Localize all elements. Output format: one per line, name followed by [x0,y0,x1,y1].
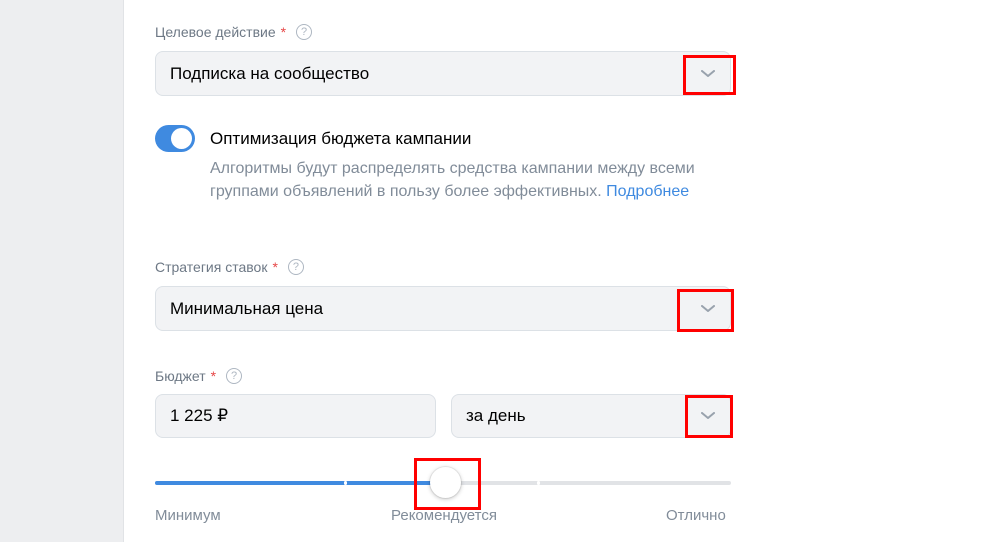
budget-amount-value: 1 225 ₽ [170,406,229,425]
help-icon[interactable]: ? [296,24,313,40]
target-action-value: Подписка на сообщество [170,63,370,83]
slider-label-excellent: Отлично [666,507,726,524]
target-action-label-text: Целевое действие [155,24,276,40]
budget-label: Бюджет * ? [155,368,243,384]
slider-label-minimum: Минимум [155,507,221,524]
budget-amount-input[interactable]: 1 225 ₽ [155,394,436,438]
help-icon[interactable]: ? [287,259,304,275]
slider-label-recommended: Рекомендуется [391,507,497,524]
highlight-box [677,289,734,332]
budget-optimization-description: Алгоритмы будут распределять средства ка… [210,157,710,203]
budget-period-value: за день [466,406,526,425]
bid-strategy-label: Стратегия ставок * ? [155,259,304,275]
required-mark: * [210,368,217,384]
help-icon[interactable]: ? [226,368,243,384]
required-mark: * [272,259,278,275]
budget-optimization-title: Оптимизация бюджета кампании [210,129,472,148]
left-sidebar-panel [0,0,124,542]
bid-strategy-value: Минимальная цена [170,298,324,318]
bid-strategy-select[interactable]: Минимальная цена [155,286,731,331]
highlight-box [685,395,733,438]
target-action-label: Целевое действие * ? [155,24,313,40]
bid-strategy-label-text: Стратегия ставок [155,259,268,275]
highlight-box [683,55,736,95]
required-mark: * [280,24,287,40]
more-link[interactable]: Подробнее [606,183,689,200]
toggle-knob [171,128,192,149]
target-action-select[interactable]: Подписка на сообщество [155,51,731,96]
budget-optimization-toggle[interactable] [155,125,195,152]
highlight-box [414,458,481,510]
budget-label-text: Бюджет [155,368,206,384]
budget-slider-fill [155,481,445,485]
slider-tick [537,481,540,485]
slider-tick [344,481,347,485]
